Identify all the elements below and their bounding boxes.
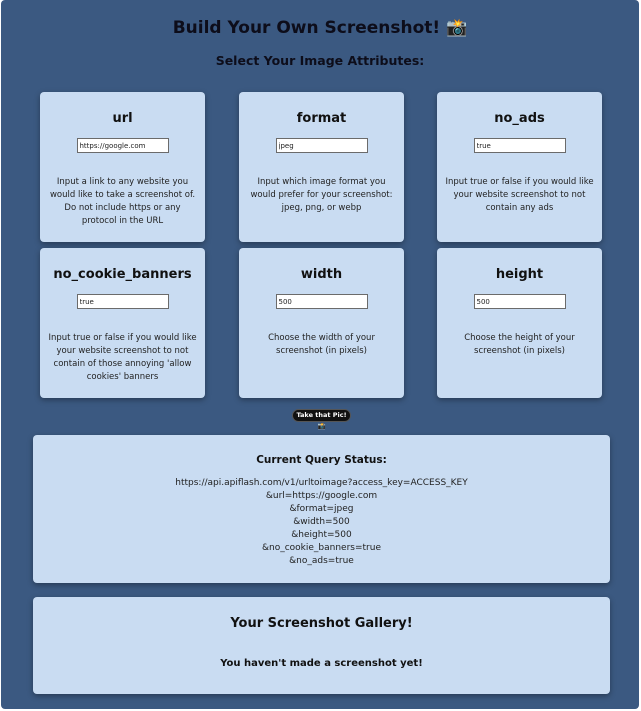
format-input[interactable] [275,138,368,153]
card-description: Input true or false if you would like yo… [445,177,594,213]
card-description: Choose the height of your screenshot (in… [464,333,575,356]
query-line: &no_ads=true [289,556,354,566]
query-status-panel: Current Query Status: https://api.apifla… [33,435,610,583]
query-line: &height=500 [291,530,352,540]
card-description: Choose the width of your screenshot (in … [268,333,375,356]
card-description: Input a link to any website you would li… [49,177,196,226]
card-title: height [495,267,544,282]
card-description: Input which image format you would prefe… [250,177,393,213]
card-title: no_cookie_banners [53,267,192,282]
page-title: Build Your Own Screenshot! 📸 [172,18,468,38]
gallery-empty-message: You haven't made a screenshot yet! [220,658,423,669]
card-title: width [300,267,343,282]
query-line: https://api.apiflash.com/v1/urltoimage?a… [175,478,468,488]
width-input[interactable] [275,294,368,309]
url-input[interactable] [76,138,169,153]
screenshot-gallery-panel: Your Screenshot Gallery! You haven't mad… [33,597,610,694]
attribute-card-no-cookie-banners: no_cookie_banners Input true or false if… [40,248,205,398]
gallery-title: Your Screenshot Gallery! [230,616,413,631]
attribute-card-no-ads: no_ads Input true or false if you would … [437,92,602,242]
query-url-lines: https://api.apiflash.com/v1/urltoimage?a… [33,477,610,568]
status-title: Current Query Status: [256,454,387,466]
query-line: &width=500 [293,517,350,527]
no-cookie-banners-input[interactable] [76,294,169,309]
query-line: &format=jpeg [289,504,354,514]
card-title: url [112,111,133,126]
no-ads-input[interactable] [473,138,566,153]
card-title: format [296,111,347,126]
height-input[interactable] [473,294,566,309]
attribute-card-height: height Choose the height of your screens… [437,248,602,398]
attribute-card-width: width Choose the width of your screensho… [239,248,404,398]
page-subtitle: Select Your Image Attributes: [215,53,425,68]
query-line: &no_cookie_banners=true [261,543,381,553]
attribute-card-format: format Input which image format you woul… [239,92,404,242]
take-pic-button[interactable]: Take that Pic! 📸 [292,409,351,430]
query-line: &url=https://google.com [265,491,378,501]
card-description: Input true or false if you would like yo… [48,333,197,382]
card-title: no_ads [494,111,545,126]
attribute-card-url: url Input a link to any website you woul… [40,92,205,242]
app-page: Build Your Own Screenshot! 📸 Select Your… [1,0,639,709]
